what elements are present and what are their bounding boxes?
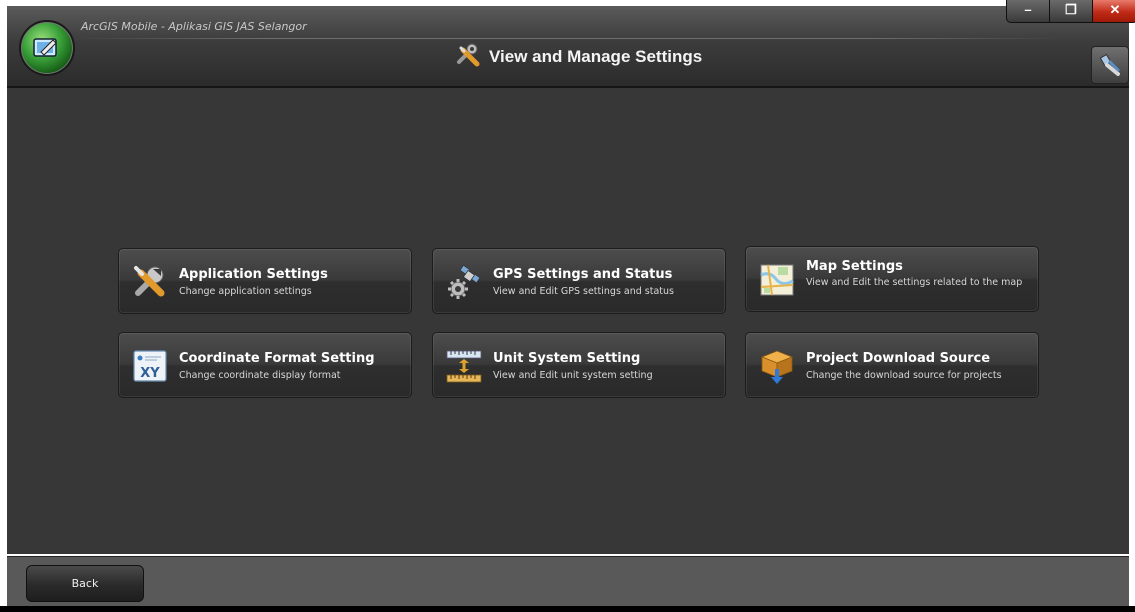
card-title: GPS Settings and Status [493, 267, 673, 282]
gps-settings-card[interactable]: GPS Settings and Status View and Edit GP… [432, 248, 726, 314]
ruler-units-icon [445, 347, 483, 385]
card-description: View and Edit unit system setting [493, 370, 653, 381]
page-title: View and Manage Settings [489, 47, 703, 66]
title-divider [73, 38, 1063, 39]
back-button[interactable]: Back [26, 565, 144, 602]
card-description: Change coordinate display format [179, 370, 341, 381]
app-title: ArcGIS Mobile - Aplikasi GIS JAS Selango… [81, 20, 307, 33]
card-title: Application Settings [179, 267, 328, 282]
card-description: Change the download source for projects [806, 370, 1002, 381]
card-description: View and Edit the settings related to th… [806, 277, 1023, 288]
gps-satellite-gear-icon [445, 263, 483, 301]
footer-bar: Back [7, 556, 1129, 607]
card-title: Coordinate Format Setting [179, 351, 375, 366]
card-description: Change application settings [179, 286, 312, 297]
package-download-icon [758, 347, 796, 385]
svg-text:XY: XY [140, 366, 160, 381]
unit-system-card[interactable]: Unit System Setting View and Edit unit s… [432, 332, 726, 398]
gps-tools-icon [1099, 53, 1120, 76]
map-settings-card[interactable]: Map Settings View and Edit the settings … [745, 246, 1039, 312]
app-window: ArcGIS Mobile - Aplikasi GIS JAS Selango… [0, 0, 1135, 612]
close-button[interactable]: ✕ [1092, 0, 1135, 23]
card-title: Project Download Source [806, 351, 991, 366]
project-download-source-card[interactable]: Project Download Source Change the downl… [745, 332, 1039, 398]
settings-panel: Application Settings Change application … [7, 88, 1129, 554]
wrench-screwdriver-icon [131, 263, 169, 301]
xy-coordinate-icon: XY [131, 347, 169, 385]
coordinate-format-card[interactable]: XY Coordinate Format Setting Change coor… [118, 332, 412, 398]
settings-tools-icon [455, 42, 481, 73]
minimize-button[interactable]: – [1006, 0, 1050, 23]
title-bar: ArcGIS Mobile - Aplikasi GIS JAS Selango… [7, 6, 1129, 88]
card-description: View and Edit GPS settings and status [493, 286, 675, 297]
maximize-button[interactable]: ❐ [1049, 0, 1093, 23]
tools-button[interactable] [1091, 46, 1129, 84]
application-settings-card[interactable]: Application Settings Change application … [118, 248, 412, 314]
map-icon [758, 261, 796, 299]
window-border [0, 606, 1135, 612]
card-title: Unit System Setting [493, 351, 641, 366]
page-header: View and Manage Settings [455, 42, 703, 73]
arcgis-mobile-logo-icon[interactable] [19, 20, 75, 76]
card-title: Map Settings [806, 259, 903, 274]
